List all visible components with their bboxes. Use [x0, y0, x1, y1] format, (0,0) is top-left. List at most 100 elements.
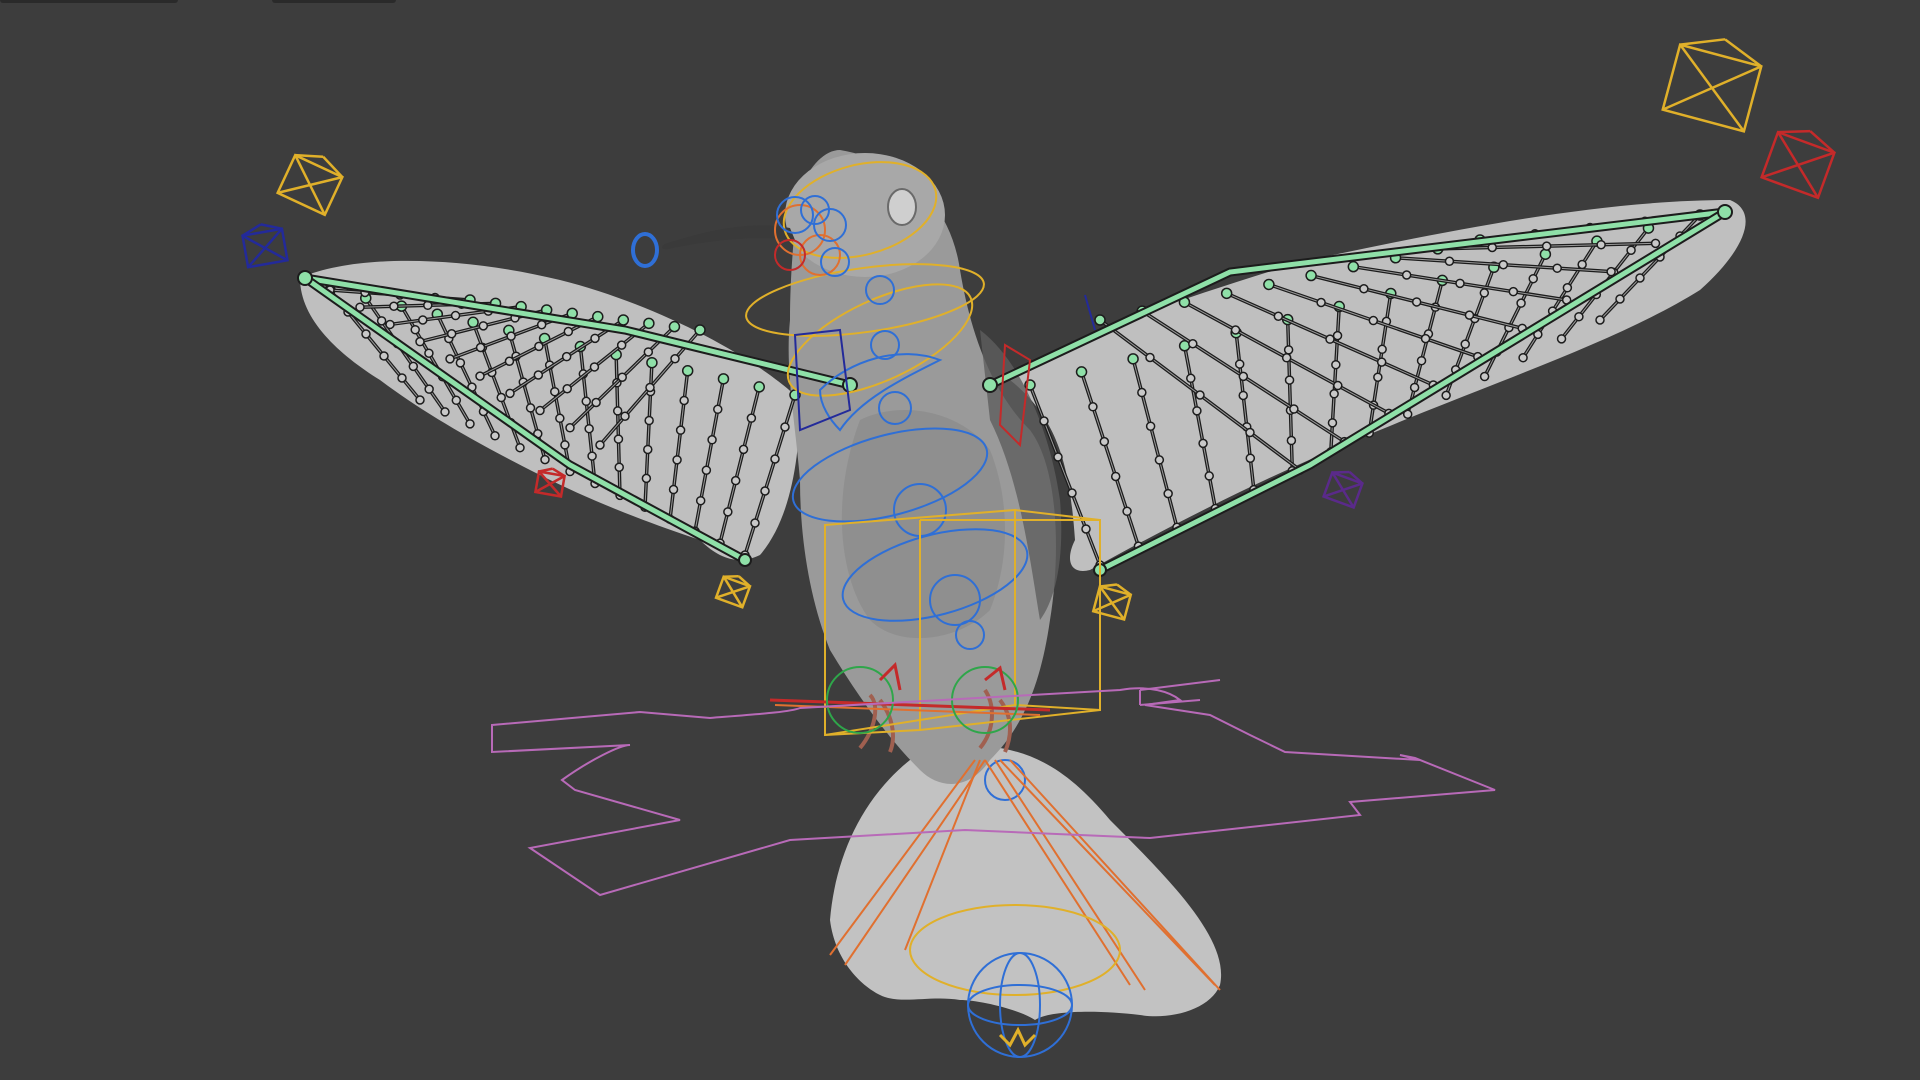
left-inner-bone-joint[interactable]	[562, 384, 572, 394]
right-bone-joint[interactable]	[1145, 421, 1156, 431]
left-bone-joint[interactable]	[717, 373, 730, 385]
right-bone-joint[interactable]	[1626, 245, 1636, 255]
right-bone-joint[interactable]	[1574, 311, 1584, 322]
beak-tip-control[interactable]	[631, 232, 659, 268]
right-bone-joint[interactable]	[1556, 334, 1567, 344]
left-bone-joint[interactable]	[644, 415, 654, 426]
left-inner-bone-joint[interactable]	[478, 321, 489, 331]
right-bone-joint[interactable]	[1528, 273, 1538, 284]
right-bone-joint[interactable]	[1441, 390, 1451, 401]
left-bone-joint[interactable]	[408, 361, 419, 372]
3d-viewport[interactable]	[0, 0, 1920, 1080]
left-bone-joint[interactable]	[770, 454, 780, 464]
right-inner-bone-joint[interactable]	[1411, 297, 1422, 307]
left-inner-bone-joint[interactable]	[589, 362, 600, 372]
left-bone-joint[interactable]	[643, 444, 653, 455]
left-bone-joint[interactable]	[723, 507, 733, 517]
right-inner-bone-joint[interactable]	[1455, 278, 1465, 289]
left-inner-bone-joint[interactable]	[670, 354, 680, 364]
right-bone-joint[interactable]	[1075, 366, 1088, 378]
right-inner-bone-joint[interactable]	[1316, 297, 1326, 308]
left-inner-bone-joint[interactable]	[418, 315, 428, 325]
left-inner-bone-joint[interactable]	[475, 342, 486, 353]
right-bone-joint[interactable]	[1198, 438, 1208, 449]
right-bone-joint[interactable]	[1635, 273, 1645, 283]
right-bone-joint[interactable]	[1615, 294, 1625, 304]
left-bone-joint[interactable]	[668, 484, 679, 495]
left-bone-joint[interactable]	[707, 435, 717, 445]
right-inner-bone-joint[interactable]	[1498, 259, 1509, 270]
right-bone-joint[interactable]	[1204, 471, 1214, 481]
right-bone-joint[interactable]	[1327, 418, 1338, 428]
left-bone-joint[interactable]	[701, 465, 712, 475]
right-inner-bone-joint[interactable]	[1195, 390, 1205, 400]
left-inner-bone-joint[interactable]	[565, 423, 575, 433]
right-bone-joint[interactable]	[1110, 471, 1121, 482]
right-bone-joint[interactable]	[1479, 371, 1490, 382]
left-bone-joint[interactable]	[455, 358, 466, 368]
right-inner-bone-joint[interactable]	[1281, 353, 1292, 363]
left-bone-joint[interactable]	[424, 348, 434, 358]
left-bone-joint[interactable]	[730, 475, 741, 486]
left-inner-bone-joint[interactable]	[506, 331, 516, 341]
right-inner-bone-joint[interactable]	[1420, 333, 1431, 344]
right-bone-joint[interactable]	[1516, 298, 1526, 308]
left-bone-joint[interactable]	[679, 395, 689, 406]
right-bone-joint[interactable]	[1562, 283, 1573, 293]
left-bone-joint[interactable]	[646, 356, 658, 369]
left-bone-joint[interactable]	[672, 455, 682, 465]
left-bone-joint[interactable]	[540, 454, 550, 465]
left-bone-joint[interactable]	[424, 384, 434, 394]
left-inner-bone-joint[interactable]	[385, 319, 395, 330]
right-inner-bone-joint[interactable]	[1220, 287, 1233, 300]
right-bone-joint[interactable]	[1186, 373, 1196, 384]
right-inner-bone-joint[interactable]	[1333, 380, 1343, 391]
left-inner-bone-joint[interactable]	[446, 329, 457, 339]
left-bone-joint[interactable]	[612, 406, 623, 416]
left-inner-bone-joint[interactable]	[389, 301, 399, 311]
right-bone-joint[interactable]	[1286, 435, 1297, 446]
right-inner-bone-joint[interactable]	[1238, 371, 1249, 382]
right-bone-joint[interactable]	[1518, 352, 1528, 363]
right-bone-joint[interactable]	[1373, 372, 1383, 382]
left-inner-bone-joint[interactable]	[475, 371, 485, 381]
left-bone-joint[interactable]	[465, 419, 475, 429]
right-inner-bone-joint[interactable]	[1552, 263, 1562, 273]
left-inner-bone-joint[interactable]	[668, 320, 681, 333]
right-inner-bone-joint[interactable]	[1401, 270, 1412, 280]
left-inner-bone-joint[interactable]	[617, 314, 630, 326]
right-inner-bone-joint[interactable]	[1596, 239, 1606, 250]
left-bone-joint[interactable]	[440, 407, 450, 417]
left-bone-joint[interactable]	[753, 381, 765, 393]
right-bone-joint[interactable]	[1245, 453, 1256, 463]
right-inner-bone-joint[interactable]	[1508, 286, 1519, 297]
octahedron-empty-icon[interactable]	[1661, 28, 1766, 133]
left-inner-bone-joint[interactable]	[645, 382, 655, 393]
right-inner-bone-joint[interactable]	[1245, 427, 1255, 438]
left-inner-bone-joint[interactable]	[505, 388, 515, 399]
left-inner-bone-joint[interactable]	[450, 310, 461, 321]
octahedron-empty-icon[interactable]	[714, 571, 752, 609]
left-bone-joint[interactable]	[613, 434, 624, 444]
left-bone-joint[interactable]	[738, 444, 749, 455]
right-inner-bone-joint[interactable]	[1273, 311, 1284, 321]
left-inner-bone-joint[interactable]	[563, 326, 574, 337]
left-bone-joint[interactable]	[695, 495, 706, 506]
right-bone-joint[interactable]	[1067, 488, 1077, 498]
left-inner-bone-joint[interactable]	[643, 317, 655, 330]
right-bone-joint[interactable]	[1577, 259, 1587, 270]
left-bone-joint[interactable]	[587, 451, 597, 461]
left-bone-joint[interactable]	[376, 316, 387, 326]
right-inner-bone-joint[interactable]	[1145, 352, 1155, 363]
left-inner-bone-joint[interactable]	[694, 324, 706, 336]
octahedron-empty-icon[interactable]	[1321, 466, 1365, 510]
left-bone-joint[interactable]	[641, 473, 652, 484]
right-bone-joint[interactable]	[1099, 436, 1110, 447]
right-bone-joint[interactable]	[1284, 375, 1295, 385]
left-bone-joint[interactable]	[675, 425, 686, 435]
left-inner-bone-joint[interactable]	[561, 351, 572, 362]
left-inner-bone-joint[interactable]	[595, 440, 605, 450]
right-bone-joint[interactable]	[1595, 315, 1605, 325]
right-inner-bone-joint[interactable]	[1230, 325, 1241, 335]
left-bone-joint[interactable]	[780, 422, 790, 432]
